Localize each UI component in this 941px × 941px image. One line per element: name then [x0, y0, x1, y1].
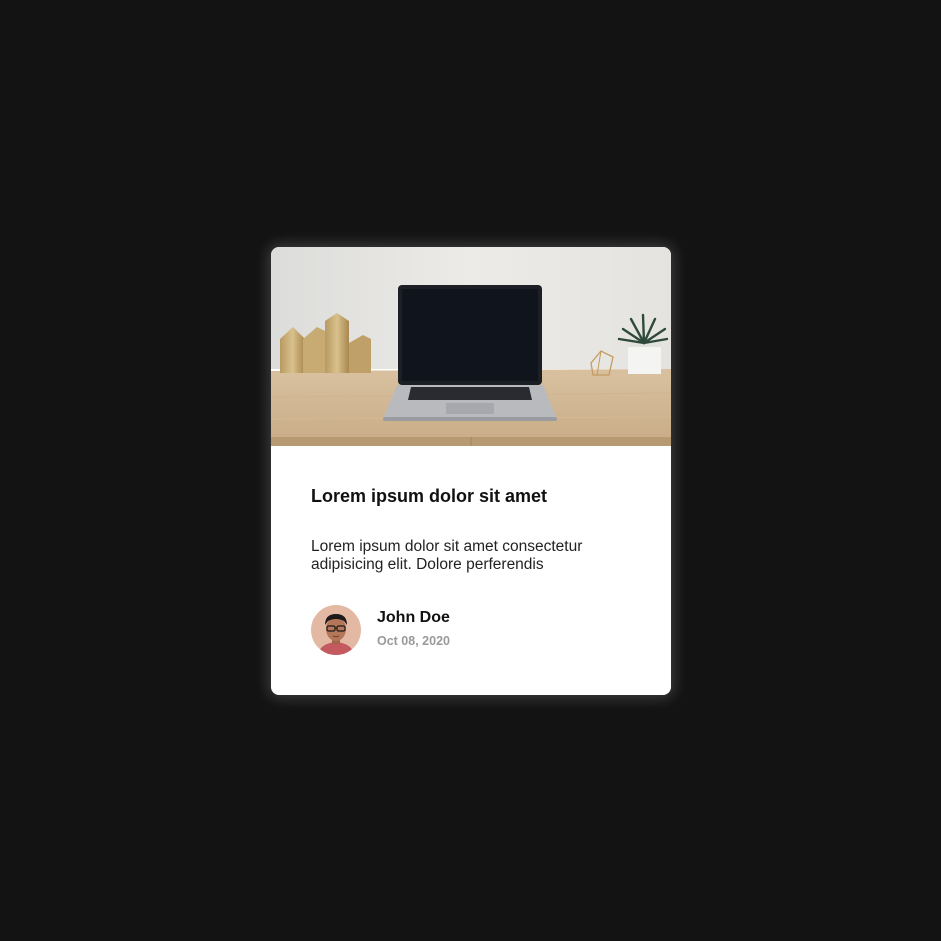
avatar-image	[311, 605, 361, 655]
post-date: Oct 08, 2020	[377, 634, 450, 648]
author-name[interactable]: John Doe	[377, 609, 450, 627]
card-cover-image	[271, 247, 671, 446]
author-avatar[interactable]	[311, 605, 361, 655]
card-description: Lorem ipsum dolor sit amet consectetur a…	[311, 538, 583, 573]
card-body: Lorem ipsum dolor sit amet Lorem ipsum d…	[311, 446, 631, 695]
card-title[interactable]: Lorem ipsum dolor sit amet	[311, 486, 547, 507]
